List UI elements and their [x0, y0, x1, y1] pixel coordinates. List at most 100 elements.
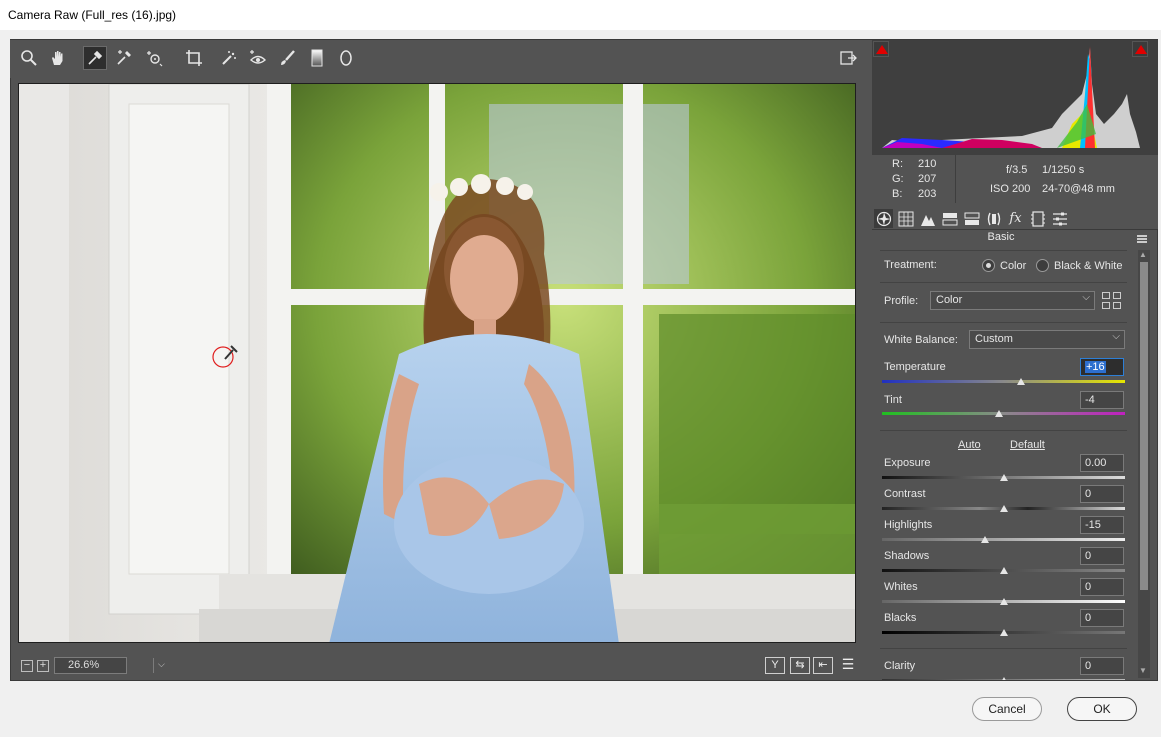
targeted-adjustment-icon[interactable]: [142, 46, 166, 70]
tint-slider[interactable]: [882, 412, 1125, 415]
blue-value: 203: [918, 188, 937, 200]
auto-link[interactable]: Auto: [958, 439, 981, 451]
scroll-up-icon[interactable]: ▲: [1139, 250, 1147, 259]
histogram: [872, 40, 1158, 155]
tint-value: -4: [1085, 394, 1095, 406]
white-balance-eyedropper-icon[interactable]: [83, 46, 107, 70]
blacks-slider-thumb[interactable]: [999, 629, 1008, 636]
zoom-level-select[interactable]: 26.6% ⌵: [54, 657, 165, 674]
whites-input[interactable]: 0: [1080, 578, 1124, 596]
highlights-slider-thumb[interactable]: [981, 536, 990, 543]
split-toning-tab-icon[interactable]: [962, 209, 981, 228]
camera-info: R: G: B: 210 207 203 f/3.5 1/1250 s ISO …: [872, 155, 1158, 206]
panel-menu-icon[interactable]: [1137, 235, 1147, 243]
contrast-label: Contrast: [884, 488, 926, 500]
profile-browser-icon[interactable]: [1102, 292, 1122, 309]
zoom-out-button[interactable]: −: [21, 660, 33, 672]
black-white-radio[interactable]: [1036, 259, 1049, 272]
whites-slider-thumb[interactable]: [999, 598, 1008, 605]
shadows-input[interactable]: 0: [1080, 547, 1124, 565]
tint-input[interactable]: -4: [1080, 391, 1124, 409]
red-eye-icon[interactable]: [246, 46, 270, 70]
shadows-slider-thumb[interactable]: [999, 567, 1008, 574]
zoom-level-value: 26.6%: [68, 659, 100, 671]
black-white-radio-label: Black & White: [1054, 260, 1123, 272]
highlights-value: -15: [1085, 519, 1101, 531]
tone-curve-tab-icon[interactable]: [896, 209, 915, 228]
exposure-label: Exposure: [884, 457, 931, 469]
effects-tab-icon[interactable]: fx: [1006, 209, 1025, 228]
red-value: 210: [918, 158, 937, 170]
white-balance-value: Custom: [975, 333, 1013, 345]
scrollbar-thumb[interactable]: [1140, 262, 1148, 590]
hand-icon[interactable]: [46, 46, 70, 70]
camera-calibration-tab-icon[interactable]: [1028, 209, 1047, 228]
blacks-input[interactable]: 0: [1080, 609, 1124, 627]
radial-filter-icon[interactable]: [334, 46, 358, 70]
default-link[interactable]: Default: [1010, 439, 1045, 451]
color-radio[interactable]: [982, 259, 995, 272]
spot-removal-icon[interactable]: [217, 46, 241, 70]
clarity-label: Clarity: [884, 660, 916, 672]
basic-panel: Treatment: Color Black & White Profile: …: [872, 250, 1136, 680]
green-value: 207: [918, 173, 937, 185]
highlights-slider[interactable]: [882, 538, 1125, 541]
before-after-view-button[interactable]: Y: [765, 657, 785, 674]
contrast-input[interactable]: 0: [1080, 485, 1124, 503]
cancel-button[interactable]: Cancel: [972, 697, 1042, 721]
crop-icon[interactable]: [182, 46, 206, 70]
blacks-value: 0: [1085, 612, 1092, 624]
temperature-label: Temperature: [884, 361, 946, 373]
contrast-value: 0: [1085, 488, 1092, 500]
tint-label: Tint: [884, 394, 902, 406]
image-canvas[interactable]: [18, 83, 856, 643]
swap-before-after-button[interactable]: ⇆: [790, 657, 810, 674]
shadows-value: 0: [1085, 550, 1092, 562]
panel-scrollbar[interactable]: ▲ ▼: [1138, 250, 1150, 678]
temperature-value: +16: [1085, 361, 1106, 373]
shutter-value: 1/1250 s: [1042, 164, 1085, 176]
red-label: R:: [892, 158, 903, 170]
tint-slider-thumb[interactable]: [994, 410, 1003, 417]
toolbar: [10, 40, 868, 78]
clarity-slider-thumb[interactable]: [999, 677, 1008, 680]
zoom-icon[interactable]: [17, 46, 41, 70]
white-balance-select[interactable]: Custom ⌵: [969, 330, 1125, 349]
toggle-settings-button[interactable]: ☰: [838, 657, 858, 674]
hsl-tab-icon[interactable]: [940, 209, 959, 228]
histogram-graph: [882, 46, 1140, 148]
window-title: Camera Raw (Full_res (16).jpg): [0, 0, 1161, 30]
temperature-input[interactable]: +16: [1080, 358, 1124, 376]
scroll-down-icon[interactable]: ▼: [1139, 666, 1147, 675]
basic-tab-icon[interactable]: [874, 209, 893, 228]
exposure-slider-thumb[interactable]: [999, 474, 1008, 481]
adjustment-brush-icon[interactable]: [276, 46, 300, 70]
lens-corrections-tab-icon[interactable]: [984, 209, 1003, 228]
profile-label: Profile:: [884, 295, 919, 307]
zoom-in-button[interactable]: +: [37, 660, 49, 672]
open-fullscreen-icon[interactable]: [836, 46, 860, 70]
exposure-input[interactable]: 0.00: [1080, 454, 1124, 472]
color-sampler-icon[interactable]: [112, 46, 136, 70]
graduated-filter-icon[interactable]: [305, 46, 329, 70]
highlights-input[interactable]: -15: [1080, 516, 1124, 534]
clarity-value: 0: [1085, 660, 1092, 672]
detail-tab-icon[interactable]: [918, 209, 937, 228]
contrast-slider-thumb[interactable]: [999, 505, 1008, 512]
green-label: G:: [892, 173, 904, 185]
profile-select[interactable]: Color ⌵: [930, 291, 1095, 310]
copy-settings-button[interactable]: ⇤: [813, 657, 833, 674]
temperature-slider[interactable]: [882, 380, 1125, 383]
panel-title: Basic: [987, 231, 1015, 243]
whites-label: Whites: [884, 581, 918, 593]
exposure-value: 0.00: [1085, 457, 1107, 469]
ok-button[interactable]: OK: [1067, 697, 1137, 721]
highlights-label: Highlights: [884, 519, 933, 531]
presets-tab-icon[interactable]: [1050, 209, 1069, 228]
temperature-slider-thumb[interactable]: [1016, 378, 1025, 385]
blue-label: B:: [892, 188, 903, 200]
clarity-input[interactable]: 0: [1080, 657, 1124, 675]
panel-tabs: fx: [872, 206, 1158, 230]
profile-value: Color: [936, 294, 963, 306]
color-radio-label: Color: [1000, 260, 1027, 272]
